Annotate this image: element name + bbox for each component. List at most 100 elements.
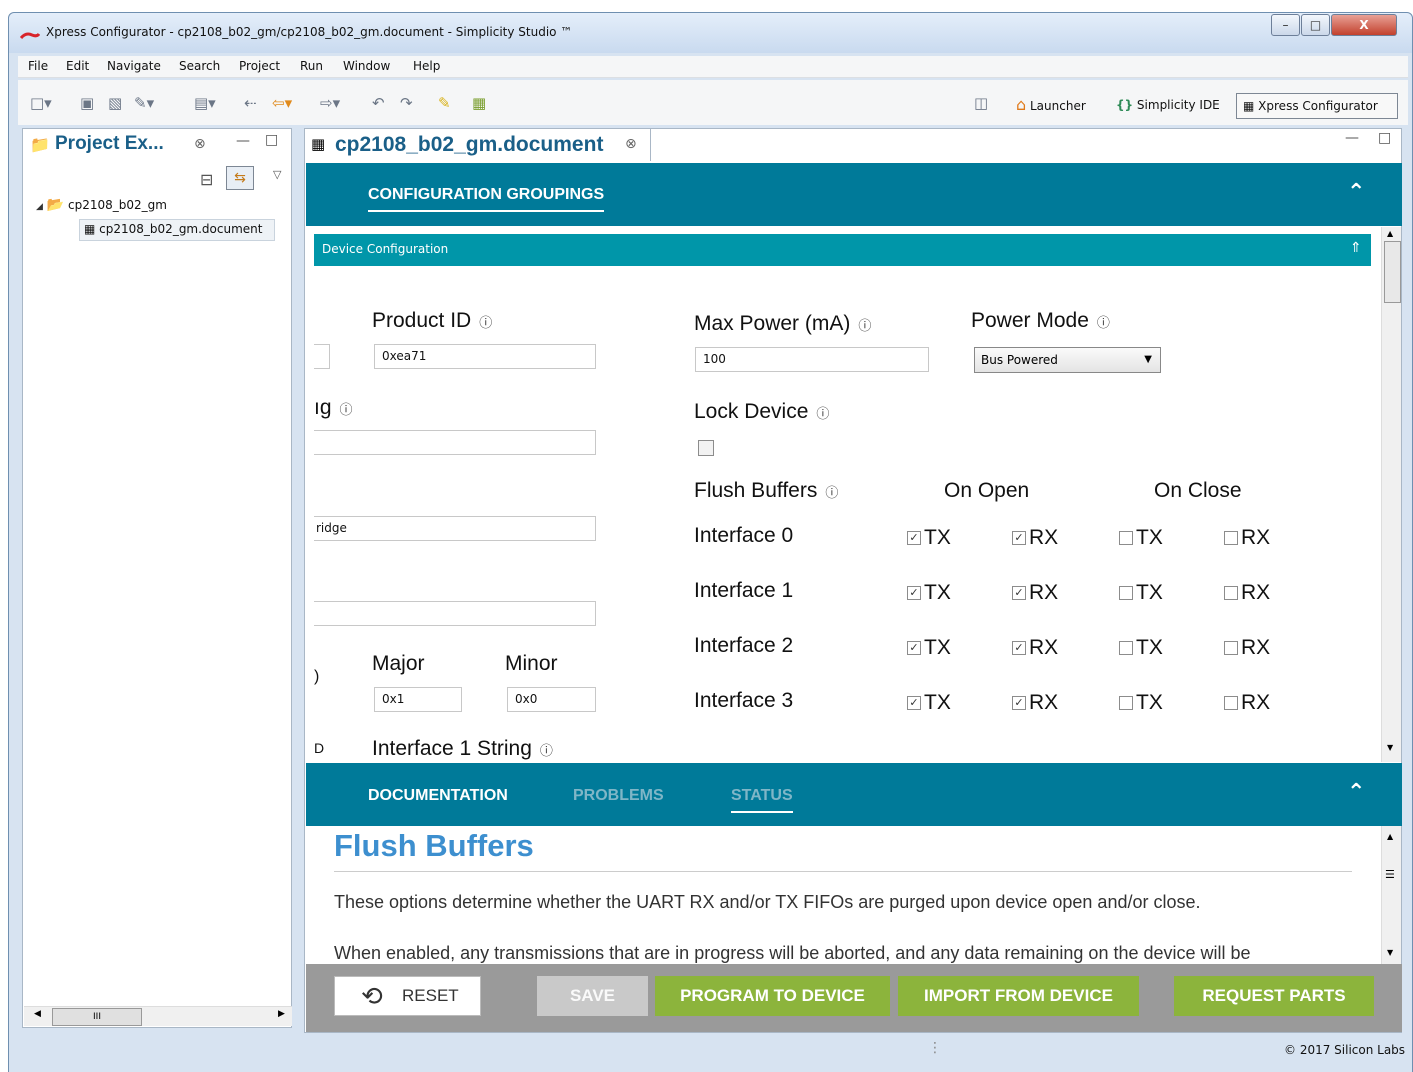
device-config-bar[interactable]: Device Configuration ⇑ [314, 234, 1371, 266]
doc-scroll-up-icon[interactable]: ▲ [1387, 832, 1393, 841]
menu-navigate[interactable]: Navigate [107, 59, 161, 73]
config-vscrollbar[interactable]: ▲ ▼ [1381, 227, 1401, 762]
menu-window[interactable]: Window [343, 59, 390, 73]
major-input[interactable]: 0x1 [374, 687, 462, 712]
partial-input-left[interactable] [314, 344, 330, 369]
launcher-perspective[interactable]: ⌂ Launcher [1016, 93, 1086, 119]
close-rx-checkbox[interactable]: RX [1224, 581, 1270, 605]
open-tx-checkbox[interactable]: ✓ TX [907, 636, 951, 660]
menu-file[interactable]: File [28, 59, 48, 73]
info-icon[interactable]: ⓘ [816, 406, 829, 421]
tab-problems[interactable]: PROBLEMS [573, 787, 664, 805]
info-icon[interactable]: ⓘ [540, 743, 553, 758]
info-icon[interactable]: ⓘ [1097, 315, 1110, 330]
reset-button[interactable]: ⟲ RESET [334, 976, 481, 1016]
tree-item-project[interactable]: ◢ 📂 cp2108_b02_gm [36, 197, 167, 213]
doc-scroll-grip-icon[interactable]: ☰ [1385, 868, 1395, 881]
open-type-icon[interactable]: ▤▾ [194, 94, 216, 112]
doc-vscrollbar[interactable]: ▲ ☰ ▼ [1381, 826, 1401, 964]
close-button[interactable]: X [1331, 14, 1397, 36]
close-tx-checkbox[interactable]: TX [1119, 636, 1163, 660]
left-hscrollbar[interactable]: ◀ III ▶ [24, 1006, 292, 1026]
view-menu-icon[interactable]: ▽ [273, 168, 281, 181]
tab-documentation[interactable]: DOCUMENTATION [368, 787, 508, 805]
project-explorer-tab[interactable]: 📁 Project Ex... ⊗ [24, 130, 220, 160]
minor-input[interactable]: 0x0 [507, 687, 596, 712]
collapse-bottom-icon[interactable]: ⌃ [1347, 780, 1365, 805]
maximize-view-icon[interactable]: □ [265, 132, 278, 148]
open-perspective-icon[interactable]: ◫ [974, 94, 988, 112]
hscroll-thumb[interactable]: III [52, 1008, 142, 1026]
info-icon[interactable]: ⓘ [479, 315, 492, 330]
save-icon[interactable]: ▣ [80, 94, 94, 112]
product-id-input[interactable]: 0xea71 [374, 344, 596, 369]
vscroll-thumb[interactable] [1384, 241, 1401, 303]
close-rx-checkbox[interactable]: RX [1224, 691, 1270, 715]
scroll-up-icon[interactable]: ▲ [1387, 229, 1393, 238]
chip-icon[interactable]: ▦ [472, 94, 486, 112]
doc-scroll-down-icon[interactable]: ▼ [1387, 948, 1393, 957]
save-button[interactable]: SAVE [537, 976, 648, 1016]
info-icon[interactable]: ⓘ [858, 318, 871, 333]
tree-item-document[interactable]: ▦ cp2108_b02_gm.document [79, 219, 275, 241]
back-nav-icon[interactable]: ⇦▾ [272, 94, 292, 112]
close-tx-checkbox[interactable]: TX [1119, 581, 1163, 605]
open-tx-checkbox[interactable]: ✓ TX [907, 691, 951, 715]
redo-icon[interactable]: ↷ [400, 94, 413, 112]
editor-maximize-icon[interactable]: □ [1378, 130, 1391, 146]
link-editor-icon[interactable]: ⇆ [226, 166, 254, 190]
config-groupings-tab[interactable]: CONFIGURATION GROUPINGS [368, 186, 605, 212]
close-rx-checkbox[interactable]: RX [1224, 526, 1270, 550]
double-chevron-up-icon[interactable]: ⇑ [1350, 240, 1362, 256]
expand-icon[interactable]: ◢ [36, 202, 43, 212]
editor-tab[interactable]: ▦ cp2108_b02_gm.document ⊗ [305, 129, 651, 161]
tab-status[interactable]: STATUS [731, 787, 793, 813]
program-to-device-button[interactable]: PROGRAM TO DEVICE [655, 976, 890, 1016]
request-parts-button[interactable]: REQUEST PARTS [1174, 976, 1374, 1016]
menu-project[interactable]: Project [239, 59, 280, 73]
lock-device-checkbox[interactable] [698, 440, 714, 456]
info-icon[interactable]: ⓘ [340, 402, 353, 417]
back-icon[interactable]: ⇠ [244, 94, 257, 112]
scroll-right-icon[interactable]: ▶ [278, 1009, 285, 1019]
partial-input-2[interactable] [314, 430, 596, 455]
build-icon[interactable]: ✎▾ [134, 94, 154, 112]
open-rx-checkbox[interactable]: ✓ RX [1012, 636, 1058, 660]
collapse-header-icon[interactable]: ⌃ [1347, 180, 1365, 205]
open-tx-checkbox[interactable]: ✓ TX [907, 526, 951, 550]
info-icon[interactable]: ⓘ [825, 485, 838, 500]
configurator-icon: ▦ [1243, 99, 1255, 113]
scroll-down-icon[interactable]: ▼ [1387, 743, 1393, 752]
minimize-view-icon[interactable]: — [236, 133, 250, 149]
close-tab-icon[interactable]: ⊗ [194, 136, 206, 152]
menu-run[interactable]: Run [300, 59, 323, 73]
power-mode-select[interactable]: Bus Powered ▼ [974, 347, 1161, 373]
save-all-icon[interactable]: ▧ [108, 94, 122, 112]
maximize-button[interactable]: □ [1301, 14, 1330, 36]
xpress-perspective[interactable]: ▦ Xpress Configurator [1236, 93, 1398, 119]
close-rx-checkbox[interactable]: RX [1224, 636, 1270, 660]
editor-minimize-icon[interactable]: — [1345, 130, 1359, 146]
undo-icon[interactable]: ↶ [372, 94, 385, 112]
highlight-icon[interactable]: ✎ [438, 94, 451, 112]
ide-perspective[interactable]: {} Simplicity IDE [1116, 93, 1220, 119]
close-tx-checkbox[interactable]: TX [1119, 526, 1163, 550]
menu-help[interactable]: Help [413, 59, 440, 73]
forward-nav-icon[interactable]: ⇨▾ [320, 94, 340, 112]
import-from-device-button[interactable]: IMPORT FROM DEVICE [898, 976, 1139, 1016]
scroll-left-icon[interactable]: ◀ [34, 1009, 41, 1019]
max-power-input[interactable]: 100 [695, 347, 929, 372]
minimize-button[interactable]: – [1271, 14, 1300, 36]
open-rx-checkbox[interactable]: ✓ RX [1012, 691, 1058, 715]
close-tx-checkbox[interactable]: TX [1119, 691, 1163, 715]
partial-input-3[interactable]: ridge [314, 516, 596, 541]
close-editor-icon[interactable]: ⊗ [625, 136, 637, 152]
open-rx-checkbox[interactable]: ✓ RX [1012, 581, 1058, 605]
menu-search[interactable]: Search [179, 59, 220, 73]
menu-edit[interactable]: Edit [66, 59, 89, 73]
open-rx-checkbox[interactable]: ✓ RX [1012, 526, 1058, 550]
partial-input-4[interactable] [314, 601, 596, 626]
collapse-all-icon[interactable]: ⊟ [200, 170, 213, 189]
open-tx-checkbox[interactable]: ✓ TX [907, 581, 951, 605]
new-icon[interactable]: □▾ [30, 94, 52, 112]
